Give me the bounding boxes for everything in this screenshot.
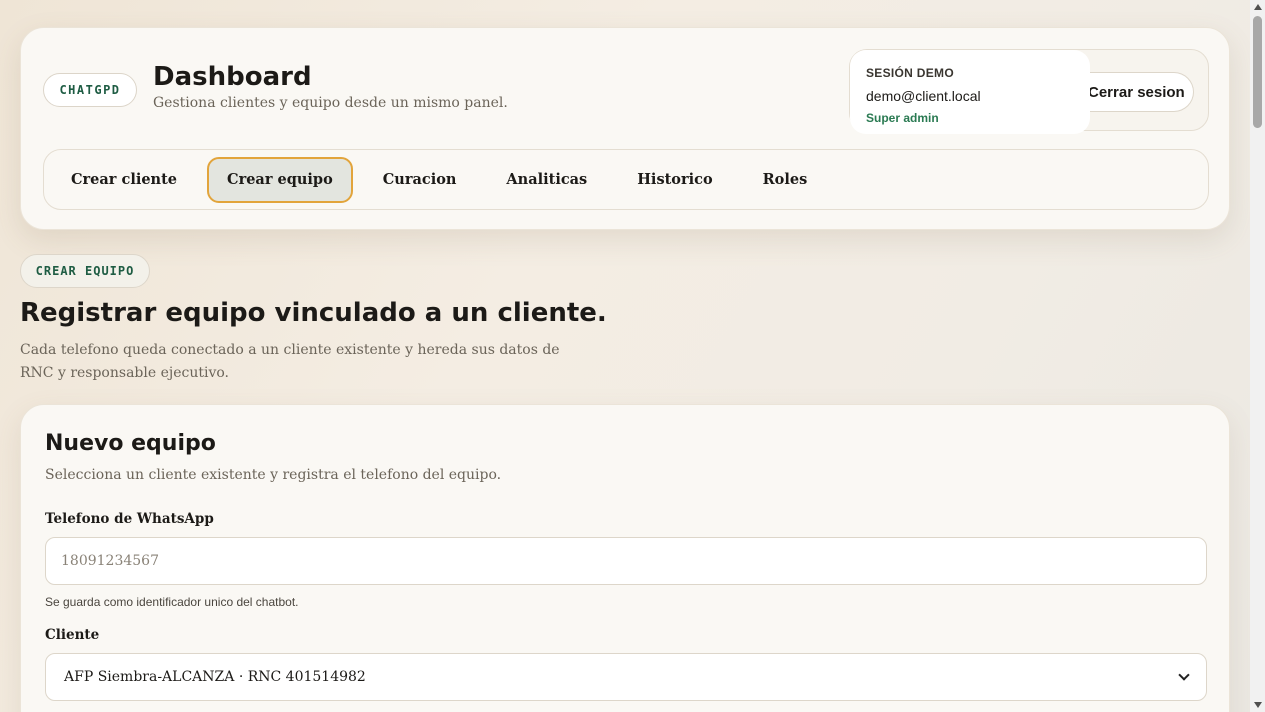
client-label: Cliente [45, 627, 100, 643]
session-label: SESIÓN DEMO [866, 66, 954, 80]
scroll-down-arrow-icon[interactable] [1250, 698, 1265, 712]
logout-button-label: Cerrar sesion [1088, 83, 1185, 101]
section-description: Cada telefono queda conectado a un clien… [20, 342, 560, 381]
logout-button[interactable]: Cerrar sesion [1086, 72, 1194, 112]
tab-roles[interactable]: Roles [743, 157, 828, 203]
session-info: SESIÓN DEMO demo@client.local Super admi… [850, 50, 1090, 134]
tab-curacion[interactable]: Curacion [363, 157, 477, 203]
page-subtitle: Gestiona clientes y equipo desde un mism… [153, 95, 508, 111]
chevron-down-icon [1178, 669, 1190, 681]
client-select-value: AFP Siembra-ALCANZA · RNC 401514982 [64, 669, 366, 685]
session-panel: Cerrar sesion SESIÓN DEMO demo@client.lo… [849, 49, 1209, 134]
tab-crear-equipo[interactable]: Crear equipo [207, 156, 353, 203]
header-card: CHATGPD Dashboard Gestiona clientes y eq… [20, 27, 1230, 230]
section-badge: CREAR EQUIPO [20, 254, 150, 288]
form-title: Nuevo equipo [45, 431, 216, 456]
tab-bar: Crear cliente Crear equipo Curacion Anal… [43, 149, 1209, 210]
form-subtitle: Selecciona un cliente existente y regist… [45, 467, 502, 483]
page-title: Dashboard [153, 62, 312, 92]
page: CHATGPD Dashboard Gestiona clientes y eq… [0, 0, 1250, 712]
new-equipment-form: Nuevo equipo Selecciona un cliente exist… [20, 404, 1230, 712]
tab-crear-cliente[interactable]: Crear cliente [51, 157, 197, 203]
scroll-thumb[interactable] [1253, 16, 1262, 128]
brand-badge: CHATGPD [43, 73, 137, 107]
phone-label: Telefono de WhatsApp [45, 511, 214, 527]
client-select[interactable]: AFP Siembra-ALCANZA · RNC 401514982 [45, 653, 1207, 701]
phone-input[interactable] [45, 537, 1207, 585]
scroll-up-arrow-icon[interactable] [1250, 0, 1265, 14]
tab-historico[interactable]: Historico [617, 157, 732, 203]
session-email: demo@client.local [866, 88, 981, 104]
session-role: Super admin [866, 111, 939, 125]
tab-analiticas[interactable]: Analiticas [486, 157, 607, 203]
section-title: Registrar equipo vinculado a un cliente. [20, 298, 607, 328]
phone-hint: Se guarda como identificador unico del c… [45, 595, 299, 609]
page-scrollbar[interactable] [1250, 0, 1265, 712]
